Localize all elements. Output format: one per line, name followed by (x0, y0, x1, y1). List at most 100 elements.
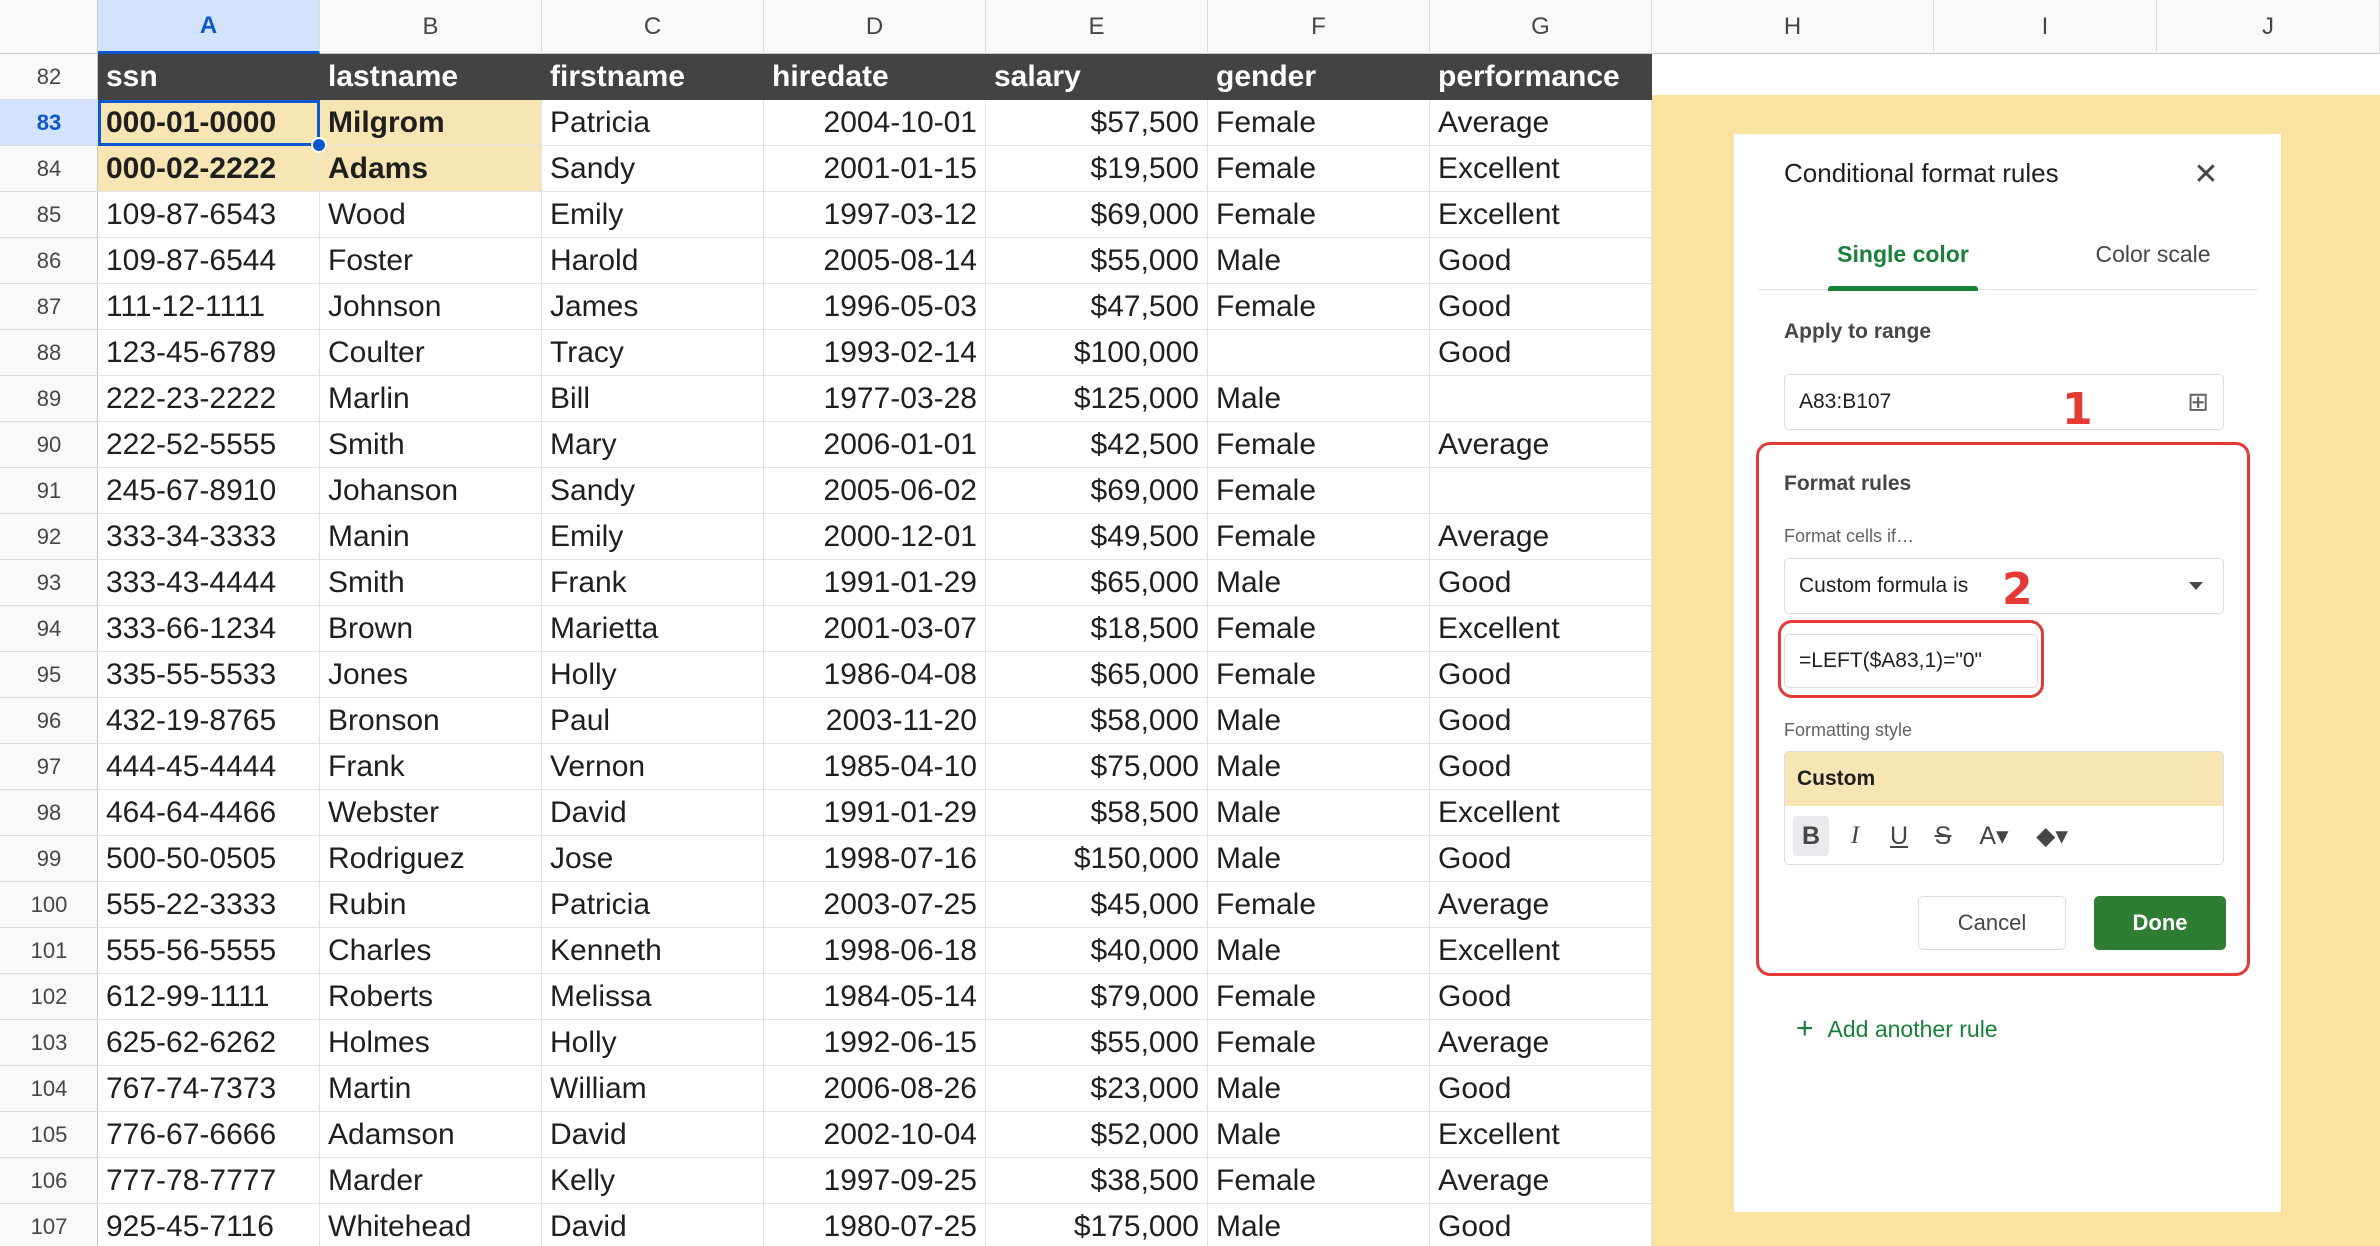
cell[interactable]: Patricia (542, 100, 764, 146)
cell[interactable]: Marlin (320, 376, 542, 422)
cell[interactable]: $69,000 (986, 192, 1208, 238)
cell[interactable]: $58,500 (986, 790, 1208, 836)
cell[interactable]: 1991-01-29 (764, 560, 986, 606)
cell[interactable]: Melissa (542, 974, 764, 1020)
row-header[interactable]: 107 (0, 1204, 98, 1246)
cell[interactable]: 1991-01-29 (764, 790, 986, 836)
cell[interactable]: Excellent (1430, 928, 1652, 974)
cell[interactable]: 222-52-5555 (98, 422, 320, 468)
cell[interactable]: Foster (320, 238, 542, 284)
cell[interactable] (1208, 330, 1430, 376)
cell[interactable]: 1998-07-16 (764, 836, 986, 882)
cell[interactable]: $69,000 (986, 468, 1208, 514)
cell[interactable]: Male (1208, 1204, 1430, 1246)
cell[interactable]: $42,500 (986, 422, 1208, 468)
cell[interactable]: 777-78-7777 (98, 1158, 320, 1204)
cell[interactable]: Smith (320, 560, 542, 606)
cell[interactable]: 500-50-0505 (98, 836, 320, 882)
cell[interactable]: Excellent (1430, 1112, 1652, 1158)
cell[interactable]: Excellent (1430, 790, 1652, 836)
cell[interactable]: Excellent (1430, 192, 1652, 238)
row-header[interactable]: 83 (0, 100, 98, 146)
grid-select-icon[interactable]: ⊞ (2187, 387, 2209, 418)
cell[interactable]: Female (1208, 146, 1430, 192)
cell[interactable]: Jose (542, 836, 764, 882)
selection-fill-handle[interactable] (311, 137, 327, 153)
cell[interactable]: Male (1208, 928, 1430, 974)
column-header-g[interactable]: G (1430, 0, 1652, 54)
cell[interactable]: $58,000 (986, 698, 1208, 744)
cell[interactable]: Whitehead (320, 1204, 542, 1246)
cell[interactable]: Female (1208, 974, 1430, 1020)
cell[interactable]: Adams (320, 146, 542, 192)
row-header[interactable]: 84 (0, 146, 98, 192)
cell[interactable]: 776-67-6666 (98, 1112, 320, 1158)
cell[interactable]: 1996-05-03 (764, 284, 986, 330)
cell[interactable]: Male (1208, 698, 1430, 744)
cell[interactable]: Frank (320, 744, 542, 790)
add-another-rule-button[interactable]: + Add another rule (1796, 1012, 1998, 1046)
cell[interactable]: 123-45-6789 (98, 330, 320, 376)
cell[interactable]: $65,000 (986, 560, 1208, 606)
cell[interactable]: Johanson (320, 468, 542, 514)
column-header-h[interactable]: H (1652, 0, 1934, 54)
cell[interactable] (1430, 468, 1652, 514)
cell[interactable]: $175,000 (986, 1204, 1208, 1246)
cell[interactable]: Average (1430, 1158, 1652, 1204)
column-title-salary[interactable]: salary (986, 54, 1208, 100)
row-header[interactable]: 91 (0, 468, 98, 514)
cell[interactable]: 2002-10-04 (764, 1112, 986, 1158)
cell[interactable]: David (542, 790, 764, 836)
column-title-gender[interactable]: gender (1208, 54, 1430, 100)
row-header[interactable]: 87 (0, 284, 98, 330)
cell[interactable]: Average (1430, 422, 1652, 468)
cell[interactable]: Marder (320, 1158, 542, 1204)
cell[interactable]: Good (1430, 1066, 1652, 1112)
row-header[interactable]: 105 (0, 1112, 98, 1158)
cell[interactable]: 000-02-2222 (98, 146, 320, 192)
column-header-b[interactable]: B (320, 0, 542, 54)
cell[interactable]: Emily (542, 192, 764, 238)
cell[interactable]: $40,000 (986, 928, 1208, 974)
cell[interactable]: Average (1430, 100, 1652, 146)
cell[interactable]: $23,000 (986, 1066, 1208, 1112)
cell[interactable]: 333-66-1234 (98, 606, 320, 652)
cell[interactable]: Wood (320, 192, 542, 238)
cell[interactable]: Mary (542, 422, 764, 468)
cell[interactable]: $100,000 (986, 330, 1208, 376)
cell[interactable]: Female (1208, 422, 1430, 468)
row-header[interactable]: 104 (0, 1066, 98, 1112)
cell[interactable]: Holly (542, 652, 764, 698)
cell[interactable]: 1997-09-25 (764, 1158, 986, 1204)
cell[interactable]: Rodriguez (320, 836, 542, 882)
cell[interactable]: Female (1208, 100, 1430, 146)
cell[interactable] (1430, 376, 1652, 422)
cell[interactable]: 2005-06-02 (764, 468, 986, 514)
cell[interactable]: 111-12-1111 (98, 284, 320, 330)
column-title-lastname[interactable]: lastname (320, 54, 542, 100)
cell[interactable]: Female (1208, 192, 1430, 238)
row-header[interactable]: 103 (0, 1020, 98, 1066)
cell[interactable]: Charles (320, 928, 542, 974)
column-header-e[interactable]: E (986, 0, 1208, 54)
cell[interactable]: Male (1208, 1112, 1430, 1158)
cell[interactable]: Male (1208, 1066, 1430, 1112)
cell[interactable]: 2003-07-25 (764, 882, 986, 928)
cell[interactable]: 109-87-6543 (98, 192, 320, 238)
cell[interactable]: Female (1208, 882, 1430, 928)
cell[interactable]: Patricia (542, 882, 764, 928)
cell[interactable]: 245-67-8910 (98, 468, 320, 514)
cell[interactable]: 464-64-4466 (98, 790, 320, 836)
cell[interactable]: Male (1208, 560, 1430, 606)
cell[interactable]: 2001-03-07 (764, 606, 986, 652)
cell[interactable]: $47,500 (986, 284, 1208, 330)
row-header[interactable]: 99 (0, 836, 98, 882)
cell[interactable]: Johnson (320, 284, 542, 330)
cell[interactable]: $38,500 (986, 1158, 1208, 1204)
row-header[interactable]: 86 (0, 238, 98, 284)
cell[interactable]: James (542, 284, 764, 330)
cell[interactable]: $55,000 (986, 1020, 1208, 1066)
cell[interactable]: Harold (542, 238, 764, 284)
cell[interactable]: Good (1430, 330, 1652, 376)
cell[interactable]: 1997-03-12 (764, 192, 986, 238)
